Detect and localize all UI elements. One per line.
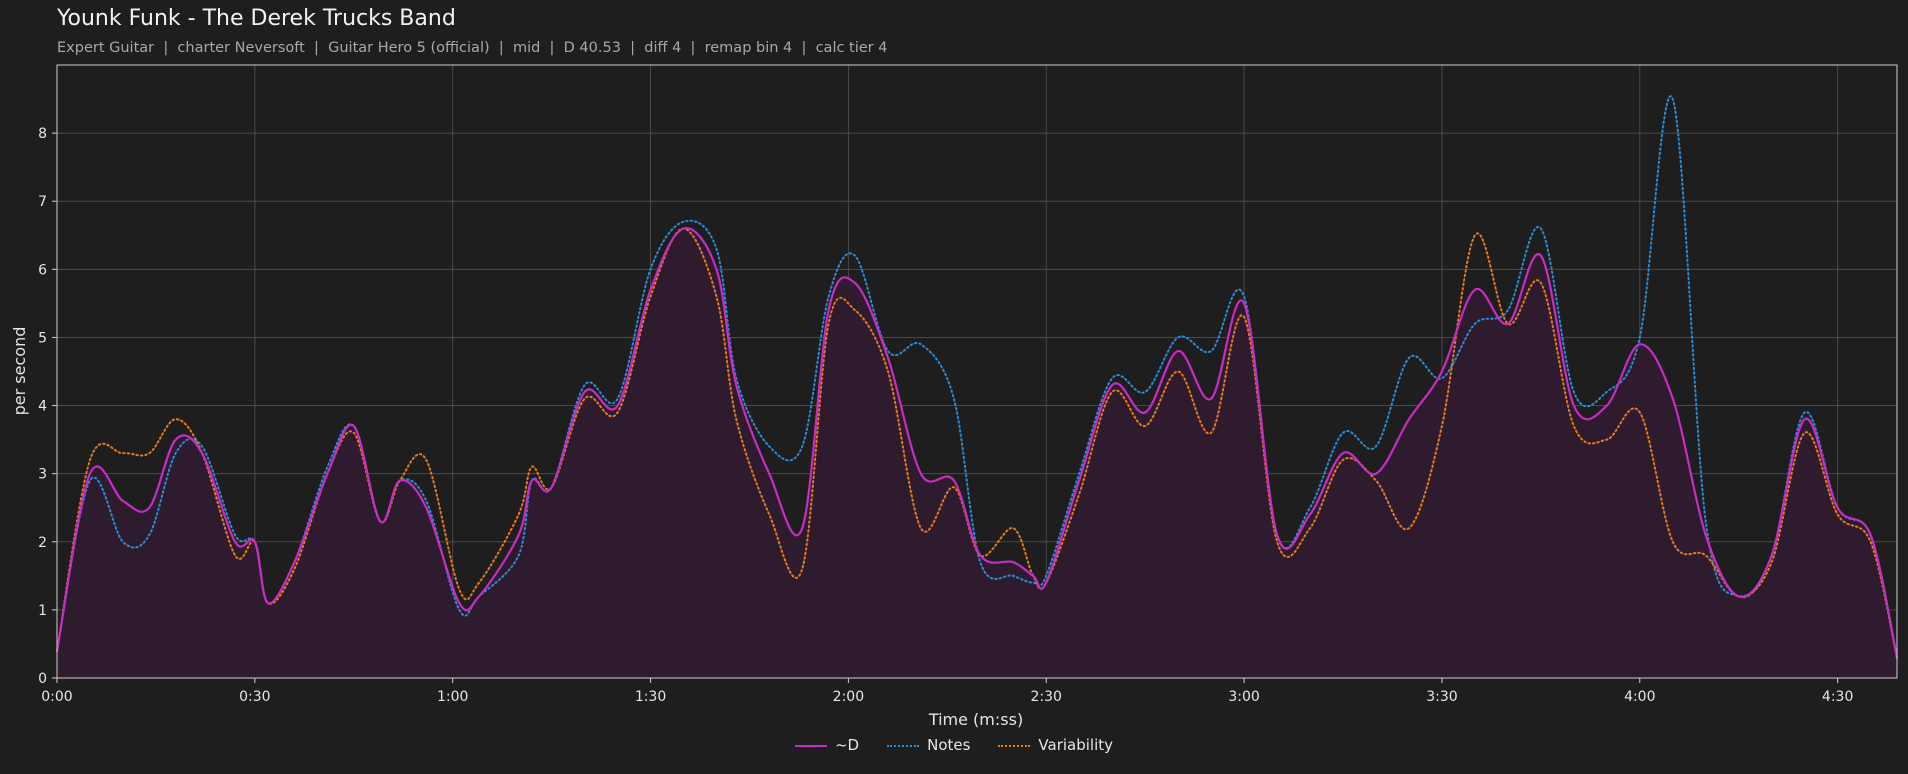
d-area [57, 228, 1897, 678]
legend-item: Notes [887, 736, 970, 754]
x-tick-label: 1:00 [437, 689, 468, 705]
x-axis: 0:00 0:30 1:00 1:30 2:00 2:30 3:00 3:30 4:00 4:30 [41, 678, 1853, 705]
y-tick-label: 6 [38, 262, 47, 278]
x-tick-label: 2:00 [833, 689, 864, 705]
x-tick-label: 1:30 [635, 689, 666, 705]
y-tick-label: 1 [38, 603, 47, 619]
x-tick-label: 2:30 [1031, 689, 1062, 705]
x-tick-label: 0:00 [41, 689, 72, 705]
y-tick-label: 3 [38, 467, 47, 483]
y-tick-label: 4 [38, 399, 47, 415]
legend-label: Notes [927, 736, 971, 754]
x-tick-label: 4:00 [1624, 689, 1655, 705]
d-area-fill [57, 228, 1897, 678]
y-tick-label: 8 [38, 126, 47, 142]
x-axis-label: Time (m:ss) [928, 710, 1023, 729]
x-tick-label: 3:30 [1426, 689, 1457, 705]
x-tick-label: 4:30 [1822, 689, 1853, 705]
legend-swatch [794, 744, 827, 747]
legend-label: Variability [1038, 736, 1114, 754]
legend-item: Variability [998, 736, 1113, 754]
legend-label: ~D [834, 736, 860, 754]
line-chart: 0:00 0:30 1:00 1:30 2:00 2:30 3:00 3:30 4:00 4:30… [10, 64, 1899, 729]
legend-swatch [887, 744, 920, 747]
legend-swatch [998, 744, 1031, 747]
x-tick-label: 3:00 [1228, 689, 1259, 705]
y-tick-label: 7 [38, 194, 47, 210]
y-axis: 0 1 2 3 4 5 6 7 8 [38, 126, 57, 687]
y-axis-label: per second [10, 327, 29, 416]
x-tick-label: 0:30 [239, 689, 270, 705]
y-tick-label: 2 [38, 535, 47, 551]
legend: ~D Notes Variability [0, 736, 1908, 754]
y-tick-label: 5 [38, 330, 47, 346]
y-tick-label: 0 [38, 671, 47, 687]
legend-item: ~D [794, 736, 860, 754]
